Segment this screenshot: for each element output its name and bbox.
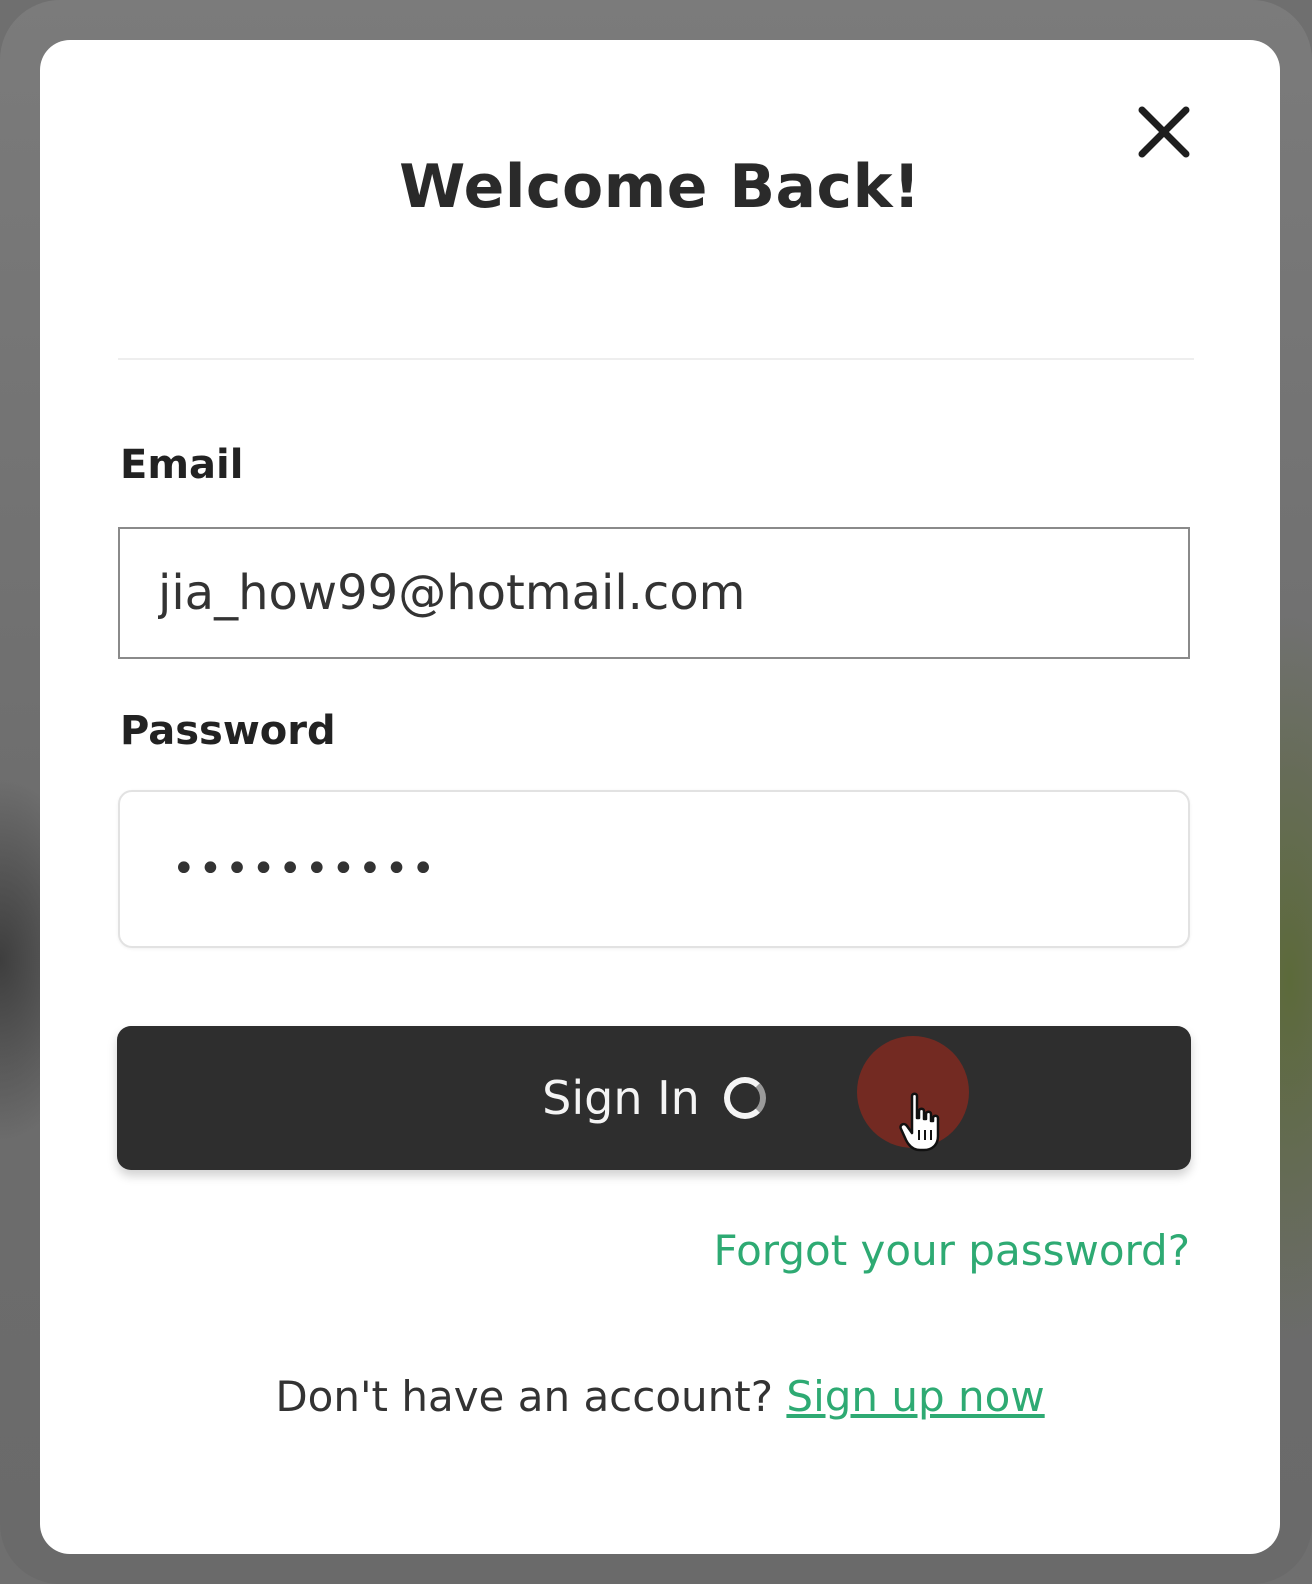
email-field[interactable] xyxy=(118,527,1190,659)
sign-up-link[interactable]: Sign up now xyxy=(786,1372,1044,1421)
modal-title: Welcome Back! xyxy=(399,152,921,222)
sign-in-label: Sign In xyxy=(542,1071,700,1125)
forgot-password-link[interactable]: Forgot your password? xyxy=(713,1226,1190,1275)
password-label: Password xyxy=(120,708,336,754)
password-field[interactable] xyxy=(118,790,1190,948)
title-divider xyxy=(118,358,1194,360)
sign-in-modal: Welcome Back! Email Password Sign In For… xyxy=(40,40,1280,1554)
loading-spinner-icon xyxy=(723,1077,766,1119)
hand-pointer-icon xyxy=(899,1092,940,1152)
signup-prompt: Don't have an account? xyxy=(275,1372,774,1421)
sign-in-button[interactable]: Sign In xyxy=(117,1026,1191,1170)
signup-row: Don't have an account? Sign up now xyxy=(40,1372,1280,1421)
email-label: Email xyxy=(120,442,244,488)
